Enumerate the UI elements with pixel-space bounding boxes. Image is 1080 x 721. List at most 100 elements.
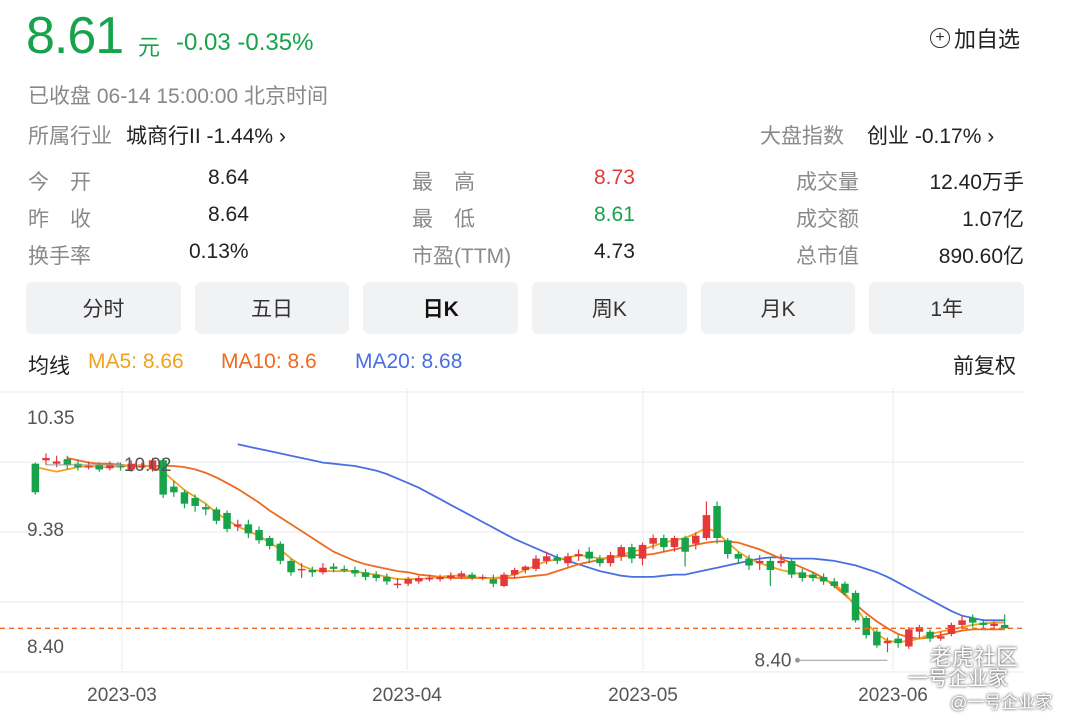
candle-body <box>340 568 348 571</box>
market-cap-label: 总市值 <box>796 245 859 268</box>
adjust-mode-button[interactable]: 前复权 <box>953 350 1016 380</box>
current-price: 8.61 <box>26 7 124 65</box>
candle-body <box>63 459 72 465</box>
candle-body <box>532 558 540 569</box>
volume-label: 成交量 <box>796 171 859 194</box>
open-label: 今 开 <box>28 171 91 194</box>
candle-body <box>702 515 711 538</box>
chart-grid <box>0 388 1024 673</box>
candle-body <box>883 640 892 644</box>
candle-body <box>809 574 817 578</box>
candle-body <box>234 524 242 527</box>
candle-body <box>52 461 61 464</box>
candle-body <box>95 464 103 470</box>
candle-body <box>106 464 114 469</box>
candle-body <box>713 506 721 538</box>
y-tick-label: 9.38 <box>27 520 64 541</box>
candle-body <box>447 575 455 578</box>
ma20-legend: MA20: 8.68 <box>355 350 463 373</box>
candle-body <box>500 574 508 586</box>
ma5-legend: MA5: 8.66 <box>88 350 184 373</box>
x-tick-label: 2023-03 <box>87 685 157 706</box>
prev-close-value: 8.64 <box>208 203 249 226</box>
price-unit: 元 <box>138 35 161 60</box>
candle-body <box>393 583 402 586</box>
market-status: 已收盘 06-14 15:00:00 北京时间 <box>28 85 328 108</box>
candle-body <box>223 512 231 529</box>
candle-body <box>979 622 988 625</box>
max-marker <box>115 462 121 468</box>
candle-body <box>617 547 625 557</box>
add-favorite-button[interactable]: + 加自选 <box>930 22 1020 54</box>
candle-body <box>457 573 466 577</box>
open-value: 8.64 <box>208 166 249 189</box>
candle-body <box>660 538 668 548</box>
candle-body <box>308 570 317 573</box>
candle-body <box>777 560 785 564</box>
candle-body <box>905 629 913 647</box>
ma10-legend: MA10: 8.6 <box>221 350 317 373</box>
turnover-label: 换手率 <box>28 245 91 268</box>
candle-body <box>255 530 263 541</box>
candle-body <box>404 579 412 584</box>
x-tick-label: 2023-05 <box>608 685 678 706</box>
tab-five-day[interactable]: 五日 <box>194 282 350 334</box>
candle-body <box>265 538 274 546</box>
candle-body <box>596 558 604 564</box>
candle-body <box>351 570 359 574</box>
candle-body <box>649 538 657 544</box>
market-cap-value: 890.60亿 <box>938 245 1024 268</box>
candle-body <box>170 486 178 493</box>
candle-body <box>212 509 221 521</box>
candle-body <box>319 567 327 573</box>
candle-body <box>692 535 700 544</box>
candle-body <box>31 463 40 493</box>
candle-body <box>947 624 956 634</box>
tab-intraday[interactable]: 分时 <box>26 282 181 334</box>
tab-weekly-k[interactable]: 周K <box>532 282 687 334</box>
candle-body <box>42 458 50 461</box>
candle-body <box>745 558 753 566</box>
candle-body <box>489 579 498 584</box>
industry-link[interactable]: 城商行II -1.44% › <box>126 120 286 150</box>
candle-body <box>479 576 487 579</box>
candles <box>31 453 1009 653</box>
prev-close-label: 昨 收 <box>28 208 91 231</box>
candle-body <box>297 568 306 571</box>
low-label: 最 低 <box>412 208 475 231</box>
candle-body <box>383 576 391 582</box>
candle-body <box>542 556 551 561</box>
candle-body <box>937 636 945 639</box>
candle-body <box>681 538 689 552</box>
tab-one-year[interactable]: 1年 <box>869 282 1025 334</box>
min-marker <box>795 657 800 663</box>
candle-body <box>553 557 562 561</box>
y-tick-label: 10.35 <box>27 408 75 429</box>
candle-body <box>510 570 519 575</box>
tab-daily-k[interactable]: 日K <box>363 282 519 334</box>
candle-body <box>851 592 860 621</box>
candle-body <box>787 560 796 575</box>
candle-body <box>873 631 881 646</box>
ma-legend-title: 均线 <box>28 355 70 378</box>
candle-body <box>841 583 849 593</box>
candle-body <box>638 544 647 559</box>
candle-body <box>862 618 870 636</box>
candle-body <box>74 463 82 468</box>
candle-body <box>969 618 977 623</box>
candle-body <box>329 566 338 569</box>
candle-body <box>724 540 732 554</box>
candle-body <box>766 560 775 570</box>
price-change: -0.03 -0.35% <box>176 29 314 56</box>
tab-monthly-k[interactable]: 月K <box>700 282 856 334</box>
industry-label: 所属行业 <box>28 125 112 148</box>
pe-value: 4.73 <box>594 240 635 263</box>
candle-body <box>958 620 966 625</box>
index-link[interactable]: 创业 -0.17% › <box>867 120 994 150</box>
candle-body <box>990 623 998 626</box>
candle-body <box>202 507 210 510</box>
y-tick-label: 8.40 <box>27 637 64 658</box>
high-label: 最 高 <box>412 171 475 194</box>
period-tabs: 分时 五日 日K 周K 月K 1年 <box>26 282 1025 334</box>
x-tick-label: 2023-04 <box>372 685 442 706</box>
